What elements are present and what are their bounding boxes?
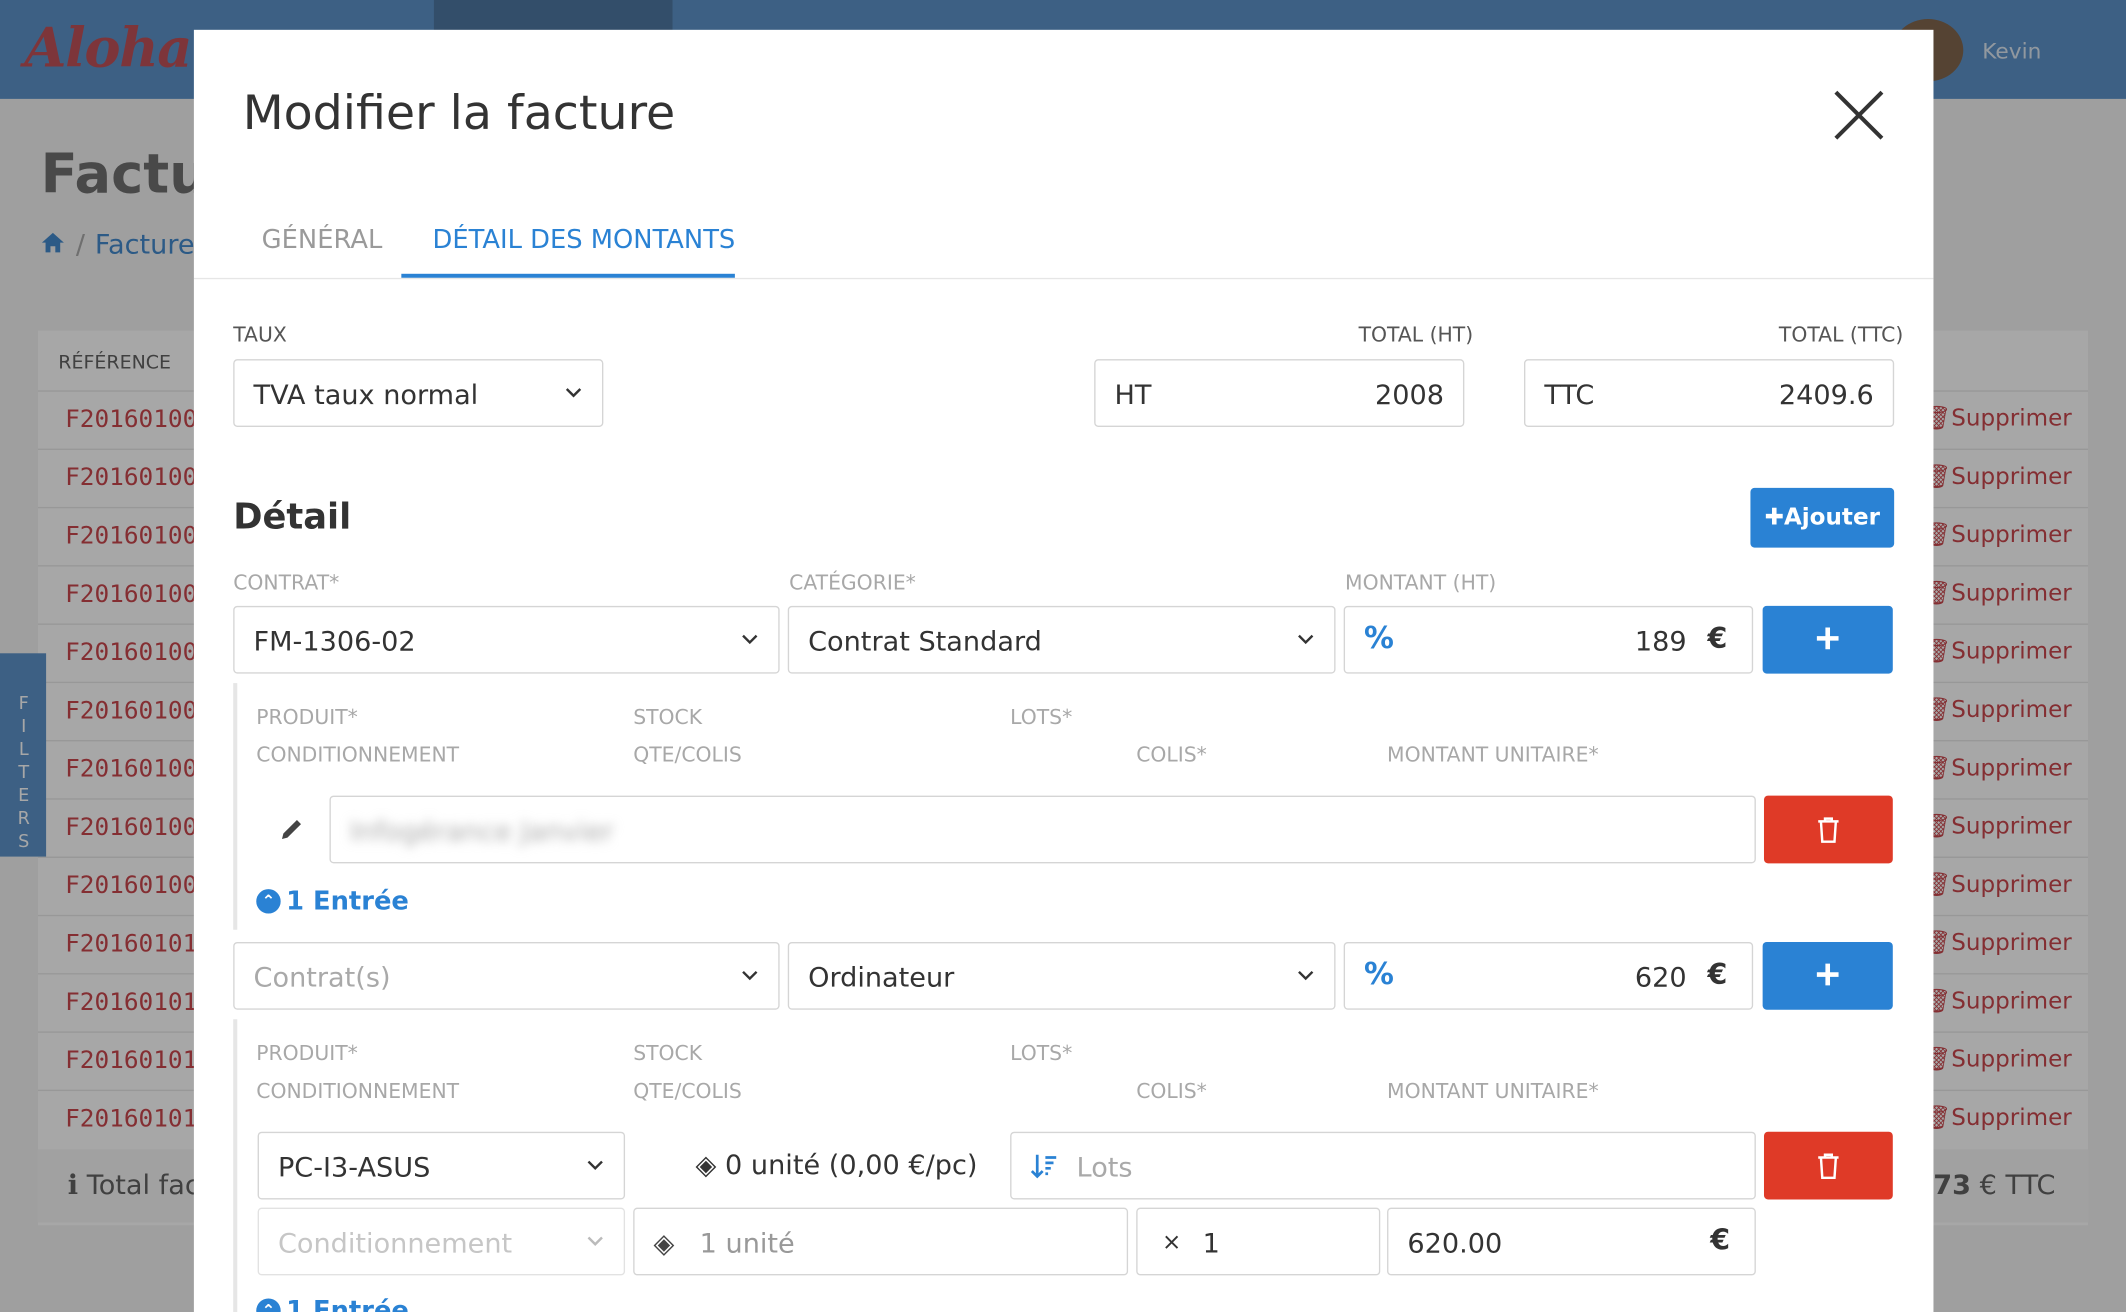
- chevron-down-icon: [742, 970, 758, 981]
- colis-header: COLIS*: [1136, 742, 1207, 768]
- layers-icon: ◈: [695, 1147, 717, 1181]
- line1-description-text: Infogérance Janvier: [349, 814, 614, 848]
- qte-colis-header: QTE/COLIS: [633, 742, 742, 768]
- tab-detail-montants[interactable]: DÉTAIL DES MONTANTS: [433, 225, 736, 255]
- chevron-down-icon: [565, 388, 582, 398]
- total-ht-value: 2008: [1374, 378, 1445, 411]
- chevron-down-icon: [1298, 970, 1314, 981]
- line1-montant-value: 189: [1634, 624, 1687, 658]
- line2-contrat-placeholder: Contrat(s): [253, 960, 391, 994]
- line2-montant-field[interactable]: % 620 €: [1343, 941, 1754, 1010]
- conditionnement-header: CONDITIONNEMENT: [256, 1078, 460, 1104]
- line1-entries-toggle[interactable]: ⌃ 1 Entrée: [256, 886, 409, 916]
- tab-divider: [193, 277, 1934, 280]
- line2-montant-unitaire-input[interactable]: 620.00 €: [1387, 1207, 1756, 1276]
- total-ttc-prefix: TTC: [1544, 378, 1595, 411]
- colis-header: COLIS*: [1136, 1078, 1207, 1104]
- line1-contrat-value: FM-1306-02: [253, 624, 416, 658]
- line2-qte-colis-field[interactable]: ◈ 1 unité: [633, 1207, 1129, 1276]
- percent-icon[interactable]: %: [1364, 958, 1394, 992]
- line2-add-product-button[interactable]: [1762, 941, 1893, 1010]
- euro-icon: €: [1707, 622, 1728, 655]
- times-icon: ×: [1161, 1229, 1182, 1257]
- line2-qte-colis-value: 1 unité: [699, 1226, 795, 1260]
- stock-header: STOCK: [633, 1040, 703, 1066]
- line1-delete-button[interactable]: [1763, 795, 1893, 864]
- line2-indent-bar: [233, 1019, 238, 1312]
- line2-montant-value: 620: [1634, 960, 1687, 994]
- chevron-down-icon: [587, 1236, 603, 1246]
- montant-unitaire-header: MONTANT UNITAIRE*: [1387, 742, 1599, 768]
- line2-conditionnement-select[interactable]: Conditionnement: [257, 1207, 626, 1276]
- total-ttc-value: 2409.6: [1778, 378, 1874, 411]
- line1-description-textarea[interactable]: Infogérance Janvier: [329, 795, 1756, 864]
- taux-value: TVA taux normal: [253, 378, 479, 411]
- lots-header: LOTS*: [1010, 704, 1073, 730]
- tab-general[interactable]: GÉNÉRAL: [262, 225, 383, 255]
- stock-header: STOCK: [633, 704, 703, 730]
- euro-icon: €: [1710, 1223, 1731, 1257]
- conditionnement-header: CONDITIONNEMENT: [256, 742, 460, 768]
- montant-header: MONTANT (HT): [1345, 570, 1497, 596]
- chevron-up-icon: ⌃: [256, 889, 281, 914]
- detail-section-title: Détail: [233, 497, 352, 539]
- layers-icon: ◈: [653, 1226, 675, 1260]
- line1-montant-field[interactable]: % 189 €: [1343, 605, 1754, 674]
- taux-label: TAUX: [233, 322, 287, 347]
- add-line-button[interactable]: ✚Ajouter: [1750, 487, 1895, 548]
- line2-lots-placeholder: Lots: [1076, 1150, 1133, 1184]
- trash-icon: [1818, 1153, 1839, 1180]
- plus-icon: [1816, 963, 1839, 986]
- line1-add-product-button[interactable]: [1762, 605, 1893, 674]
- plus-icon: ✚: [1764, 504, 1784, 532]
- produit-header: PRODUIT*: [256, 1040, 358, 1066]
- chevron-up-icon: ⌃: [256, 1298, 281, 1312]
- euro-icon: €: [1707, 958, 1728, 991]
- total-ht-prefix: HT: [1114, 378, 1152, 411]
- total-ttc-label: TOTAL (TTC): [1778, 322, 1904, 347]
- qte-colis-header: QTE/COLIS: [633, 1078, 742, 1104]
- line2-colis-input[interactable]: × 1: [1136, 1207, 1381, 1276]
- line1-categorie-value: Contrat Standard: [808, 624, 1042, 658]
- line1-indent-bar: [233, 683, 238, 930]
- line1-categorie-select[interactable]: Contrat Standard: [787, 605, 1336, 674]
- pencil-icon[interactable]: [278, 816, 305, 843]
- close-icon[interactable]: [1828, 84, 1890, 146]
- line2-montant-unitaire-value: 620.00: [1407, 1226, 1503, 1260]
- percent-icon[interactable]: %: [1364, 622, 1394, 656]
- total-ht-label: TOTAL (HT): [1358, 322, 1474, 347]
- montant-unitaire-header: MONTANT UNITAIRE*: [1387, 1078, 1599, 1104]
- chevron-down-icon: [742, 634, 758, 645]
- sort-amount-icon: [1030, 1154, 1057, 1179]
- taux-select[interactable]: TVA taux normal: [233, 359, 604, 427]
- produit-header: PRODUIT*: [256, 704, 358, 730]
- line2-colis-value: 1: [1202, 1226, 1220, 1260]
- total-ht-field[interactable]: HT 2008: [1094, 359, 1465, 427]
- line2-entries-toggle[interactable]: ⌃ 1 Entrée: [256, 1296, 409, 1312]
- line2-stock: ◈ 0 unité (0,00 €/pc): [695, 1147, 978, 1181]
- contrat-header: CONTRAT*: [233, 570, 340, 596]
- edit-invoice-modal: Modifier la facture GÉNÉRAL DÉTAIL DES M…: [193, 29, 1934, 1312]
- categorie-header: CATÉGORIE*: [789, 570, 916, 596]
- chevron-down-icon: [587, 1160, 603, 1171]
- plus-icon: [1816, 627, 1839, 650]
- lots-header: LOTS*: [1010, 1040, 1073, 1066]
- chevron-down-icon: [1298, 634, 1314, 645]
- line2-categorie-value: Ordinateur: [808, 960, 955, 994]
- line2-categorie-select[interactable]: Ordinateur: [787, 941, 1336, 1010]
- total-ttc-field[interactable]: TTC 2409.6: [1523, 359, 1895, 427]
- line2-produit-value: PC-I3-ASUS: [277, 1150, 431, 1184]
- line2-produit-select[interactable]: PC-I3-ASUS: [257, 1131, 626, 1200]
- trash-icon: [1818, 817, 1839, 843]
- line2-lots-input[interactable]: Lots: [1010, 1131, 1756, 1200]
- line2-conditionnement-placeholder: Conditionnement: [277, 1226, 513, 1260]
- line2-delete-button[interactable]: [1763, 1131, 1893, 1200]
- line2-contrat-select[interactable]: Contrat(s): [233, 941, 780, 1010]
- app-root: Aloha Kevin Factures / Factures RÉFÉRENC…: [0, 0, 2126, 1312]
- modal-title: Modifier la facture: [242, 86, 676, 141]
- line1-contrat-select[interactable]: FM-1306-02: [233, 605, 780, 674]
